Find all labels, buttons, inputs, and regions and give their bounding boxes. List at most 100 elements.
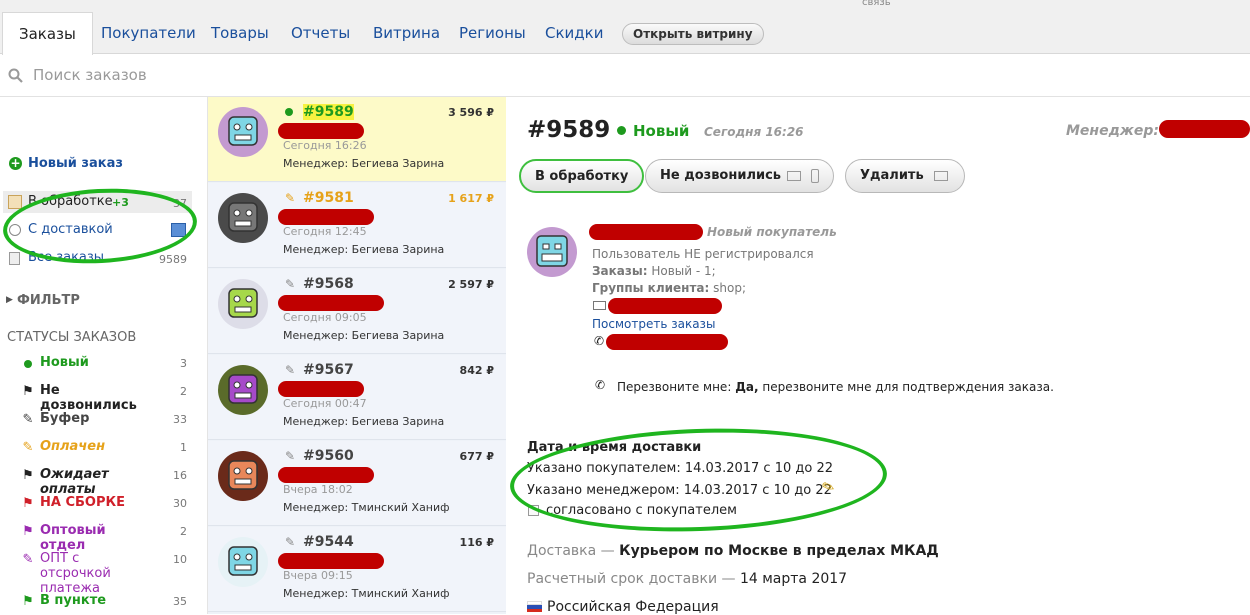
- green-dot-icon: [20, 357, 36, 371]
- customer-avatar: [218, 451, 268, 501]
- order-price: 2 597 ₽: [448, 278, 494, 291]
- redaction: [278, 553, 384, 569]
- status-item[interactable]: Буфер: [40, 411, 150, 426]
- no-answer-button[interactable]: Не дозвонились: [645, 159, 835, 193]
- order-row[interactable]: ✎ #9567 842 ₽ Сегодня 00:47 Менеджер: Бегиев…: [208, 355, 506, 440]
- open-storefront-button[interactable]: Открыть витрину: [622, 23, 764, 45]
- count: 9589: [159, 253, 187, 266]
- status-item[interactable]: Оптовый отдел: [40, 523, 150, 553]
- tab-orders[interactable]: Заказы: [2, 12, 93, 55]
- status-dot-icon: [617, 126, 626, 135]
- tab-discounts[interactable]: Скидки: [529, 12, 619, 54]
- customer-avatar: [218, 193, 268, 243]
- order-time: Сегодня 16:26: [704, 125, 804, 139]
- count: 37: [173, 197, 187, 210]
- order-row[interactable]: ✎ #9544 116 ₽ Вчера 09:15 Менеджер: Тминский…: [208, 527, 506, 612]
- order-row[interactable]: ✎ #9568 2 597 ₽ Сегодня 09:05 Менеджер: Беги…: [208, 269, 506, 354]
- order-number: #9567: [303, 362, 354, 378]
- registration-note: Пользователь НЕ регистрировался: [592, 247, 814, 261]
- callback-text: перезвоните мне для подтверждения заказа…: [762, 380, 1054, 394]
- pencil-icon: ✎: [285, 535, 296, 549]
- process-button[interactable]: В обработку: [519, 159, 645, 193]
- status-item[interactable]: НА СБОРКЕ: [40, 495, 150, 510]
- redaction: [1159, 120, 1250, 138]
- pencil-icon: ✎: [285, 363, 296, 377]
- tab-customers[interactable]: Покупатели: [85, 12, 212, 54]
- order-time: Сегодня 00:47: [283, 397, 367, 410]
- status-item[interactable]: ОПТ с отсрочкой платежа: [40, 551, 150, 596]
- callback-label: Перезвоните мне:: [617, 380, 732, 394]
- order-manager: Менеджер: Тминский Ханиф: [283, 501, 450, 514]
- callback-line: Перезвоните мне: Да, перезвоните мне для…: [617, 380, 1054, 394]
- eta-value: 14 марта 2017: [739, 571, 848, 587]
- view-orders-link[interactable]: Посмотреть заказы: [592, 317, 715, 331]
- delete-button[interactable]: Удалить: [845, 159, 965, 193]
- count: 2: [180, 525, 187, 538]
- redaction: [608, 298, 722, 314]
- filter-toggle[interactable]: ФИЛЬТР: [17, 293, 80, 308]
- status-item[interactable]: В пункте: [40, 593, 150, 608]
- delivery-line: Доставка — Курьером по Москве в пределах…: [527, 543, 939, 559]
- black-flag-icon: ⚑: [22, 468, 34, 483]
- order-price: 1 617 ₽: [448, 192, 494, 205]
- sidebar-item-label: В обработке: [28, 194, 113, 209]
- customer-avatar: [218, 279, 268, 329]
- order-price: 677 ₽: [459, 450, 494, 463]
- order-row[interactable]: #9589 3 596 ₽ Сегодня 16:26 Менеджер: Бегие…: [208, 97, 506, 182]
- order-time: Вчера 09:15: [283, 569, 353, 582]
- top-right-link[interactable]: связь: [862, 0, 891, 8]
- count: 16: [173, 469, 187, 482]
- new-order-link[interactable]: Новый заказ: [28, 156, 123, 171]
- status-item[interactable]: Ожидает оплаты: [40, 467, 150, 497]
- tab-products[interactable]: Товары: [195, 12, 285, 54]
- delivery-value: Курьером по Москве в пределах МКАД: [619, 543, 939, 559]
- status-item[interactable]: Не дозвонились: [40, 383, 150, 413]
- delivery-time-title: Дата и время доставки: [527, 440, 702, 455]
- delivery-time-manager: Указано менеджером: 14.03.2017 с 10 до 2…: [527, 483, 832, 498]
- status-item[interactable]: Новый: [40, 355, 150, 370]
- count: 33: [173, 413, 187, 426]
- green-dot-icon: [285, 105, 293, 116]
- sidebar: + Новый заказ В обработке +3 37 С достав…: [0, 97, 208, 614]
- eta-line: Расчетный срок доставки — 14 марта 2017: [527, 571, 847, 587]
- purple-pencil-icon: ✎: [22, 552, 34, 567]
- delete-label: Удалить: [860, 168, 924, 183]
- customer-avatar: [218, 537, 268, 587]
- pencil-icon: ✎: [285, 449, 296, 463]
- pencil-icon: ✎: [285, 277, 296, 291]
- agreed-checkbox[interactable]: [528, 505, 539, 516]
- clock-icon: [9, 224, 21, 236]
- search-input[interactable]: Поиск заказов: [33, 66, 147, 84]
- tab-reports[interactable]: Отчеты: [275, 12, 366, 54]
- order-row[interactable]: ✎ #9581 1 617 ₽ Сегодня 12:45 Менеджер: Беги…: [208, 183, 506, 268]
- pencil-icon: ✎: [285, 191, 296, 205]
- customer-tag: Новый покупатель: [707, 225, 837, 239]
- sidebar-item-delivery[interactable]: С доставкой: [28, 222, 113, 237]
- tab-regions[interactable]: Регионы: [443, 12, 542, 54]
- customer-avatar: [218, 107, 268, 157]
- green-flag-icon: ⚑: [22, 594, 34, 609]
- calendar-icon[interactable]: [171, 223, 186, 237]
- order-row[interactable]: ✎ #9560 677 ₽ Вчера 18:02 Менеджер: Тминский…: [208, 441, 506, 526]
- order-number: #9544: [303, 534, 354, 550]
- order-manager: Менеджер: Тминский Ханиф: [283, 587, 450, 600]
- status-item[interactable]: Оплачен: [40, 439, 150, 454]
- redaction: [278, 295, 384, 311]
- folder-icon: [8, 195, 22, 209]
- count: 3: [180, 357, 187, 370]
- phone-icon: ✆: [595, 378, 606, 392]
- order-number: #9589: [527, 117, 611, 143]
- sidebar-item-all-orders[interactable]: Все заказы: [28, 250, 104, 265]
- order-manager: Менеджер: Бегиева Зарина: [283, 157, 445, 170]
- orders-line: Заказы: Новый - 1;: [592, 264, 716, 278]
- triangle-right-icon: ▶: [6, 295, 13, 305]
- order-number: #9568: [303, 276, 354, 292]
- envelope-icon: [787, 171, 802, 181]
- tab-storefront[interactable]: Витрина: [357, 12, 456, 54]
- yellow-pencil-icon: ✎: [22, 440, 34, 455]
- phone-icon: [811, 169, 820, 183]
- new-badge: +3: [112, 196, 129, 209]
- delivery-label: Доставка —: [527, 543, 615, 559]
- search-icon: [8, 68, 23, 83]
- statuses-title: СТАТУСЫ ЗАКАЗОВ: [7, 330, 137, 345]
